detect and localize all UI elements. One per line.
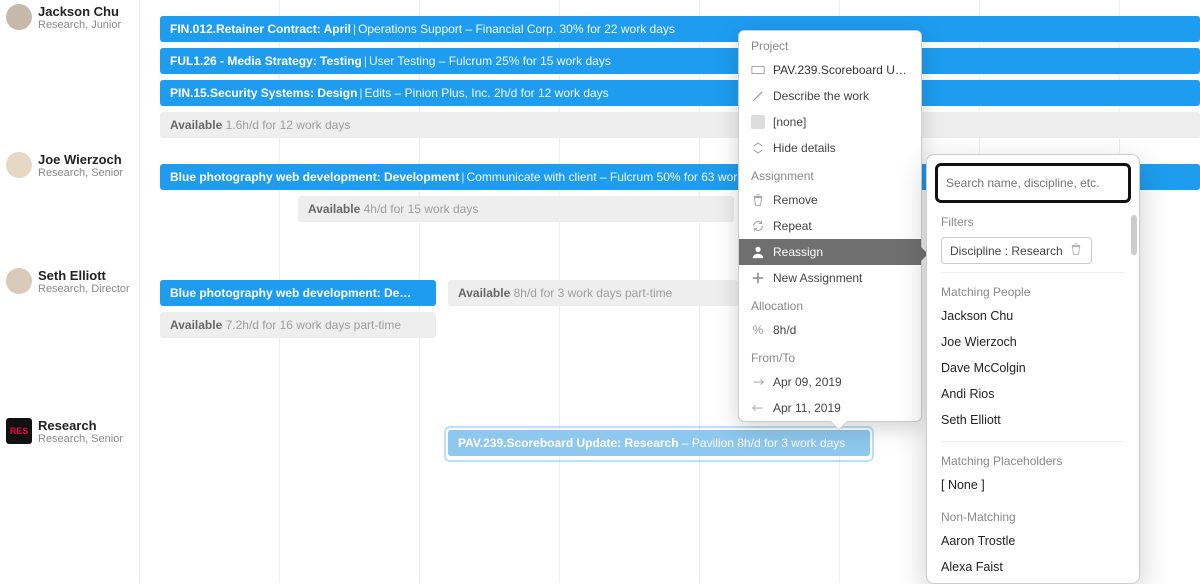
repeat-icon (751, 219, 765, 233)
availability-bar[interactable]: Available 1.6h/d for 12 work days (160, 112, 1200, 138)
list-item[interactable]: Alexa Faist (927, 554, 1139, 580)
list-item[interactable]: Jackson Chu (927, 303, 1139, 329)
assignment-context-menu: Project PAV.239.Scoreboard Updat… Descri… (738, 30, 922, 422)
assignment-bar-selected[interactable]: PAV.239.Scoreboard Update: Research – Pa… (448, 430, 870, 456)
assignment-bar[interactable]: Blue photography web development: De… (160, 280, 436, 306)
person-name[interactable]: Research (38, 418, 97, 433)
section-header-fromto: From/To (739, 343, 921, 369)
section-header-filters: Filters (927, 211, 1139, 233)
avatar: RES (6, 418, 32, 444)
collapse-icon (751, 141, 765, 155)
menu-project-name[interactable]: PAV.239.Scoreboard Updat… (739, 57, 921, 83)
availability-bar[interactable]: Available 4h/d for 15 work days (298, 196, 734, 222)
trash-icon[interactable] (1069, 242, 1083, 259)
date-start-icon (751, 375, 765, 389)
person-name[interactable]: Joe Wierzoch (38, 152, 122, 167)
search-input-wrap (935, 163, 1131, 203)
list-item[interactable]: Seth Elliott (927, 407, 1139, 433)
assignment-bar[interactable]: FUL1.26 - Media Strategy: Testing|User T… (160, 48, 1200, 74)
avatar (6, 152, 32, 178)
avatar (6, 4, 32, 30)
person-role: Research, Director (38, 283, 130, 295)
menu-allocation-value[interactable]: % 8h/d (739, 317, 921, 343)
section-header-allocation: Allocation (739, 291, 921, 317)
menu-from-date[interactable]: Apr 09, 2019 (739, 369, 921, 395)
percent-icon: % (751, 323, 765, 337)
menu-describe-work[interactable]: Describe the work (739, 83, 921, 109)
menu-repeat[interactable]: Repeat (739, 213, 921, 239)
date-end-icon (751, 401, 765, 415)
menu-hide-details[interactable]: Hide details (739, 135, 921, 161)
avatar (6, 268, 32, 294)
menu-reassign[interactable]: Reassign (739, 239, 921, 265)
menu-new-assignment[interactable]: New Assignment (739, 265, 921, 291)
availability-bar[interactable]: Available 8h/d for 3 work days part-time (448, 280, 738, 306)
menu-remove[interactable]: Remove (739, 187, 921, 213)
list-item[interactable]: Aaron Trostle (927, 528, 1139, 554)
project-icon (751, 63, 765, 77)
plus-icon (751, 271, 765, 285)
list-item[interactable]: Dave McColgin (927, 355, 1139, 381)
section-header-matching-people: Matching People (927, 281, 1139, 303)
assignment-bar[interactable]: PIN.15.Security Systems: Design|Edits – … (160, 80, 1200, 106)
person-name[interactable]: Seth Elliott (38, 268, 106, 283)
pencil-icon (751, 89, 765, 103)
availability-bar[interactable]: Available 7.2h/d for 16 work days part-t… (160, 312, 436, 338)
color-swatch-icon (751, 115, 765, 129)
popover-arrow-icon (831, 421, 847, 429)
trash-icon (751, 193, 765, 207)
search-input[interactable] (942, 170, 1124, 196)
list-item[interactable]: Andi Rios (927, 381, 1139, 407)
section-header-matching-placeholders: Matching Placeholders (927, 450, 1139, 472)
list-item[interactable]: [ None ] (927, 472, 1139, 498)
filter-chip[interactable]: Discipline : Research (941, 237, 1092, 264)
scrollbar[interactable] (1131, 215, 1137, 255)
reassign-panel: Filters Discipline : Research Matching P… (926, 154, 1140, 584)
person-icon (751, 245, 765, 259)
section-header-project: Project (739, 31, 921, 57)
menu-to-date[interactable]: Apr 11, 2019 (739, 395, 921, 421)
person-name[interactable]: Jackson Chu (38, 4, 119, 19)
person-role: Research, Senior (38, 167, 123, 179)
person-role: Research, Junior (38, 19, 121, 31)
section-header-nonmatching: Non-Matching (927, 506, 1139, 528)
person-role: Research, Senior (38, 433, 123, 445)
section-header-assignment: Assignment (739, 161, 921, 187)
list-item[interactable]: Joe Wierzoch (927, 329, 1139, 355)
menu-color-none[interactable]: [none] (739, 109, 921, 135)
assignment-bar[interactable]: FIN.012.Retainer Contract: April|Operati… (160, 16, 1200, 42)
